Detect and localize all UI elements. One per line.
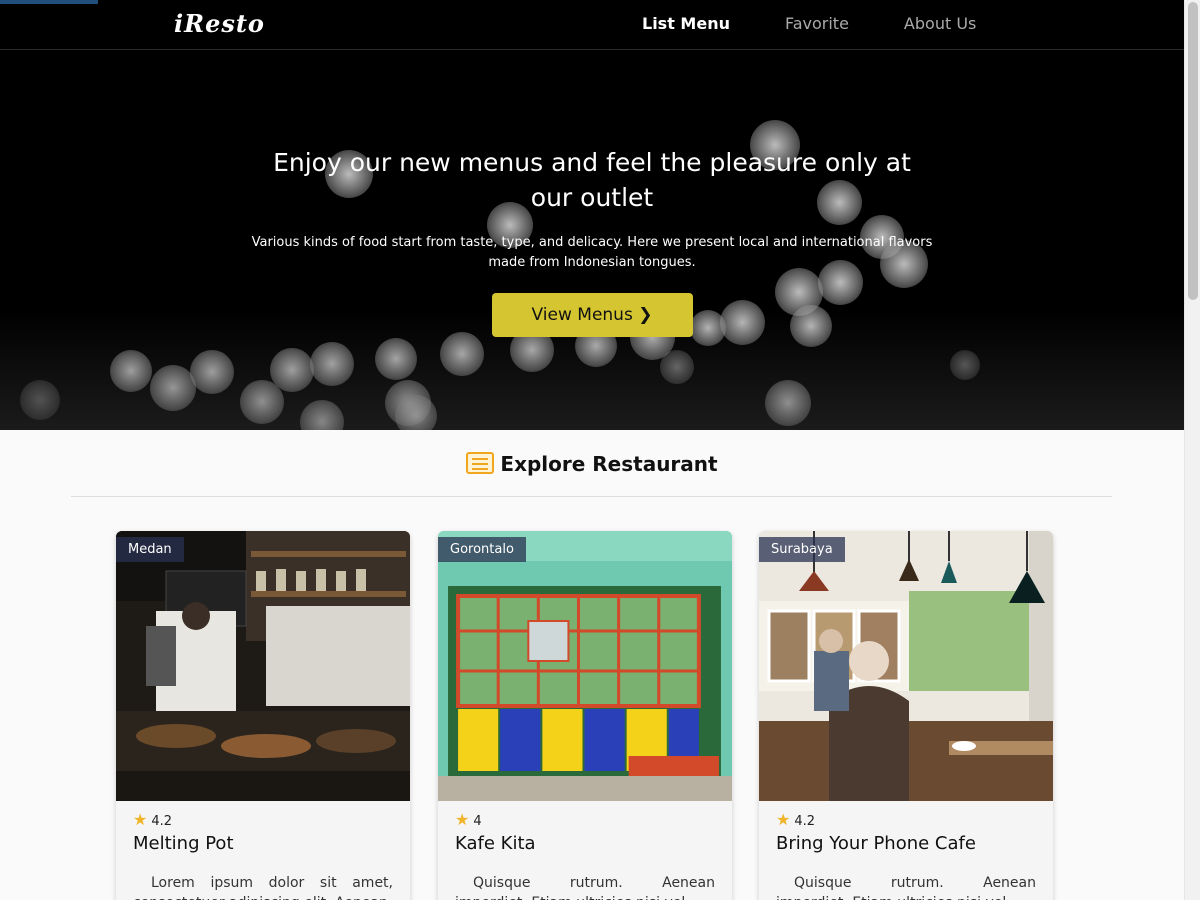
rating-value: 4.2 (151, 814, 173, 829)
restaurant-photo (116, 531, 410, 801)
hero-title: Enjoy our new menus and feel the pleasur… (273, 148, 911, 212)
top-navbar: iResto List Menu Favorite About Us (0, 0, 1184, 50)
brand-logo[interactable]: iResto (174, 9, 265, 38)
restaurant-description: Quisque rutrum. Aenean imperdiet. Etiam … (455, 875, 715, 900)
section-heading: Explore Restaurant (0, 452, 1184, 476)
star-icon: ★ (776, 810, 791, 829)
skip-link-indicator[interactable] (0, 0, 98, 4)
page-scrollbar[interactable] (1184, 0, 1200, 900)
rating: ★ 4 (455, 810, 482, 829)
list-icon (466, 452, 495, 474)
city-badge: Gorontalo (438, 537, 526, 562)
rating-value: 4.2 (794, 814, 816, 829)
restaurant-card[interactable]: Gorontalo ★ 4 Kafe Kita Quisque rutrum. A… (438, 531, 732, 900)
restaurant-photo (759, 531, 1053, 801)
restaurant-name[interactable]: Kafe Kita (455, 833, 536, 854)
city-badge: Surabaya (759, 537, 845, 562)
hero-subtitle: Various kinds of food start from taste, … (251, 235, 933, 270)
nav-link-about-us[interactable]: About Us (904, 14, 976, 33)
restaurant-description: Quisque rutrum. Aenean imperdiet. Etiam … (776, 875, 1036, 900)
star-icon: ★ (455, 810, 470, 829)
restaurant-name[interactable]: Melting Pot (133, 833, 234, 854)
rating: ★ 4.2 (776, 810, 815, 829)
view-menus-button[interactable]: View Menus ❯ (491, 293, 693, 337)
hero-content: Enjoy our new menus and feel the pleasur… (250, 145, 934, 337)
restaurant-name[interactable]: Bring Your Phone Cafe (776, 833, 976, 854)
rating: ★ 4.2 (133, 810, 172, 829)
hero-banner: Enjoy our new menus and feel the pleasur… (0, 50, 1184, 430)
nav-menu: List Menu Favorite About Us (642, 14, 1031, 33)
nav-link-favorite[interactable]: Favorite (785, 14, 849, 33)
restaurant-card[interactable]: Medan ★ 4.2 Melting Pot Lorem ipsum dolor… (116, 531, 410, 900)
section-title-text: Explore Restaurant (500, 452, 718, 476)
restaurant-card[interactable]: Surabaya ★ 4.2 Bring Your Phone Cafe Quis… (759, 531, 1053, 900)
restaurant-description: Lorem ipsum dolor sit amet, consectetuer… (133, 875, 393, 900)
section-divider (71, 496, 1112, 497)
scrollbar-thumb[interactable] (1188, 2, 1198, 300)
nav-link-list-menu[interactable]: List Menu (642, 14, 730, 33)
city-badge: Medan (116, 537, 184, 562)
star-icon: ★ (133, 810, 148, 829)
restaurant-photo (438, 531, 732, 801)
rating-value: 4 (473, 814, 482, 829)
